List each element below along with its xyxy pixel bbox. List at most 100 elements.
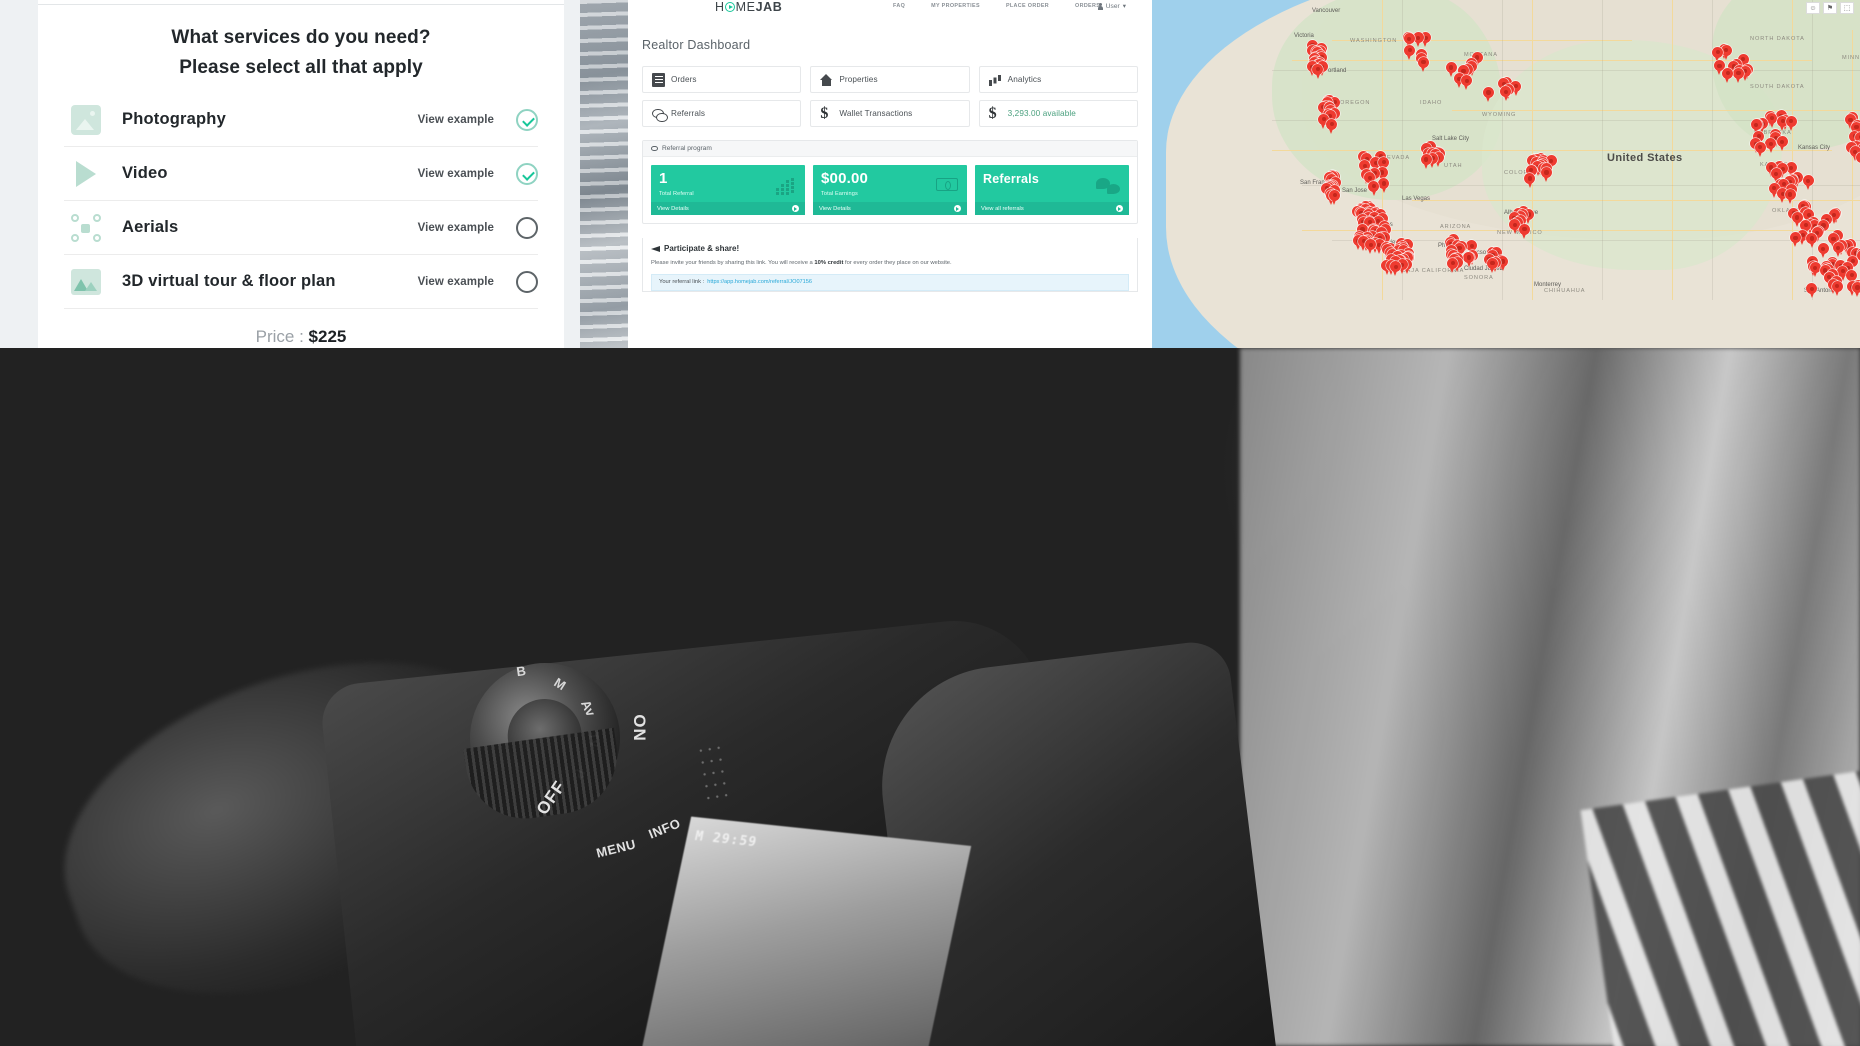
desc-part2: for every order they place on our websit… <box>843 260 952 266</box>
dashboard-body: H MEJAB FAQ MY PROPERTIES PLACE ORDER ORD… <box>628 0 1152 348</box>
map-city-label: Victoria <box>1294 33 1314 39</box>
map-pin[interactable] <box>1487 257 1499 273</box>
map-pin[interactable] <box>1765 138 1777 154</box>
service-row-photography[interactable]: Photography View example <box>64 93 538 147</box>
map-pin[interactable] <box>1831 280 1843 296</box>
document-icon <box>652 72 665 87</box>
map-pin[interactable] <box>1312 63 1324 79</box>
dial-label-m: M <box>551 674 569 694</box>
view-example-link-video[interactable]: View example <box>418 168 494 180</box>
service-checkbox-3d-tour[interactable] <box>516 270 538 293</box>
map-state-label: NORTH DAKOTA <box>1750 36 1805 42</box>
map-pin[interactable] <box>1789 232 1801 248</box>
map-pin[interactable] <box>1806 232 1818 248</box>
map-state-label: OREGON <box>1340 100 1371 106</box>
map-pin[interactable] <box>1390 261 1402 277</box>
map-pin[interactable] <box>1368 180 1380 196</box>
service-label: Photography <box>122 110 226 128</box>
participate-section: Participate & share! Please invite your … <box>642 238 1138 292</box>
stat-footer-link[interactable]: View all referrals <box>975 202 1129 215</box>
map-pin[interactable] <box>1540 166 1552 182</box>
service-checkbox-photography[interactable] <box>516 108 538 131</box>
map-state-label: SOUTH DAKOTA <box>1750 84 1805 90</box>
image-icon <box>64 100 108 140</box>
referral-link-bar[interactable]: Your referral link : https://app.homejab… <box>651 273 1129 291</box>
map-road <box>1792 0 1794 300</box>
price-label: Price : <box>255 327 304 346</box>
nav-item-place-order[interactable]: PLACE ORDER <box>1006 3 1049 9</box>
service-row-aerials[interactable]: Aerials View example <box>64 201 538 255</box>
services-question-line1: What services do you need? <box>171 27 431 48</box>
map-pin[interactable] <box>1852 281 1860 297</box>
map-state-label: IDAHO <box>1420 100 1443 106</box>
user-menu[interactable]: User ▾ <box>1097 2 1126 10</box>
tile-wallet-balance[interactable]: $ 3,293.00 available <box>978 100 1138 127</box>
map-pin[interactable] <box>1776 136 1788 152</box>
map-controls[interactable]: ☺ ⚑ ⬚ <box>1806 2 1854 14</box>
fullscreen-icon[interactable]: ⬚ <box>1840 2 1854 14</box>
map-pin[interactable] <box>1784 189 1796 205</box>
stat-footer-link[interactable]: View Details <box>651 202 805 215</box>
map-pin[interactable] <box>1802 175 1814 191</box>
nav-item-my-properties[interactable]: MY PROPERTIES <box>931 3 980 9</box>
map-pin[interactable] <box>1378 178 1390 194</box>
tile-referrals[interactable]: Referrals <box>642 100 802 127</box>
map-panel[interactable]: NORTH DAKOTASOUTH DAKOTAMINNESOTAMONTANA… <box>1152 0 1860 348</box>
service-checkbox-video[interactable] <box>516 162 538 185</box>
map-pin[interactable] <box>1482 86 1494 102</box>
referral-link-url[interactable]: https://app.homejab.com/referral/JO07156 <box>707 279 812 285</box>
drone-icon <box>64 208 108 248</box>
chat-icon <box>652 107 668 122</box>
map-pin[interactable] <box>1418 56 1430 72</box>
map-pin-icon[interactable]: ⚑ <box>1823 2 1837 14</box>
map-pin[interactable] <box>1722 67 1734 83</box>
view-example-link-photography[interactable]: View example <box>418 114 494 126</box>
map-pin[interactable] <box>1404 44 1416 60</box>
view-example-link-3d-tour[interactable]: View example <box>418 276 494 288</box>
map-city-label: Las Vegas <box>1402 196 1431 202</box>
money-icon <box>936 178 958 191</box>
nav-item-faq[interactable]: FAQ <box>893 3 905 9</box>
tile-properties[interactable]: Properties <box>810 66 970 93</box>
service-row-3d-tour[interactable]: 3D virtual tour & floor plan View exampl… <box>64 255 538 309</box>
dashboard-tiles: Orders Properties Analytics Referrals $ … <box>642 66 1138 127</box>
referral-link-label: Your referral link : <box>659 279 705 286</box>
homejab-logo[interactable]: H MEJAB <box>715 0 782 14</box>
service-row-video[interactable]: Video View example <box>64 147 538 201</box>
stat-card-referrals: Referrals View all referrals <box>975 165 1129 215</box>
stat-caption: Total Referral <box>659 191 694 197</box>
tile-label: Properties <box>839 75 878 84</box>
tile-wallet-transactions[interactable]: $ Wallet Transactions <box>810 100 970 127</box>
street-view-icon[interactable]: ☺ <box>1806 2 1820 14</box>
chat-icon <box>651 146 658 151</box>
map-pin[interactable] <box>1420 154 1432 170</box>
service-checkbox-aerials[interactable] <box>516 216 538 239</box>
map-pin[interactable] <box>1365 239 1377 255</box>
map-pin[interactable] <box>1519 223 1530 239</box>
tile-label: Analytics <box>1007 75 1042 84</box>
map-pin[interactable] <box>1447 257 1459 273</box>
photo-striped-sleeve <box>1580 768 1860 1046</box>
map-pin[interactable] <box>1463 251 1475 267</box>
view-example-link-aerials[interactable]: View example <box>418 222 494 234</box>
map-pin[interactable] <box>1733 67 1745 83</box>
map-pin[interactable] <box>1856 152 1860 168</box>
map-state-label: SONORA <box>1464 275 1494 281</box>
participate-title: Participate & share! <box>664 244 740 253</box>
map-pin[interactable] <box>1832 242 1844 258</box>
service-label: Aerials <box>122 218 179 236</box>
map-pin[interactable] <box>1806 283 1818 299</box>
map-pin[interactable] <box>1461 75 1473 91</box>
map-pin[interactable] <box>1329 189 1341 205</box>
tile-analytics[interactable]: Analytics <box>978 66 1138 93</box>
stat-footer-link[interactable]: View Details <box>813 202 967 215</box>
map-pin[interactable] <box>1326 118 1338 134</box>
map-pin[interactable] <box>1500 86 1512 102</box>
nav-item-orders[interactable]: ORDERS <box>1075 3 1100 9</box>
tile-orders[interactable]: Orders <box>642 66 802 93</box>
referral-program-title: Referral program <box>662 145 712 152</box>
map-country-label: United States <box>1607 152 1683 164</box>
map-pin[interactable] <box>1524 172 1536 188</box>
map-pin[interactable] <box>1754 141 1766 157</box>
map-pin[interactable] <box>1785 115 1797 131</box>
